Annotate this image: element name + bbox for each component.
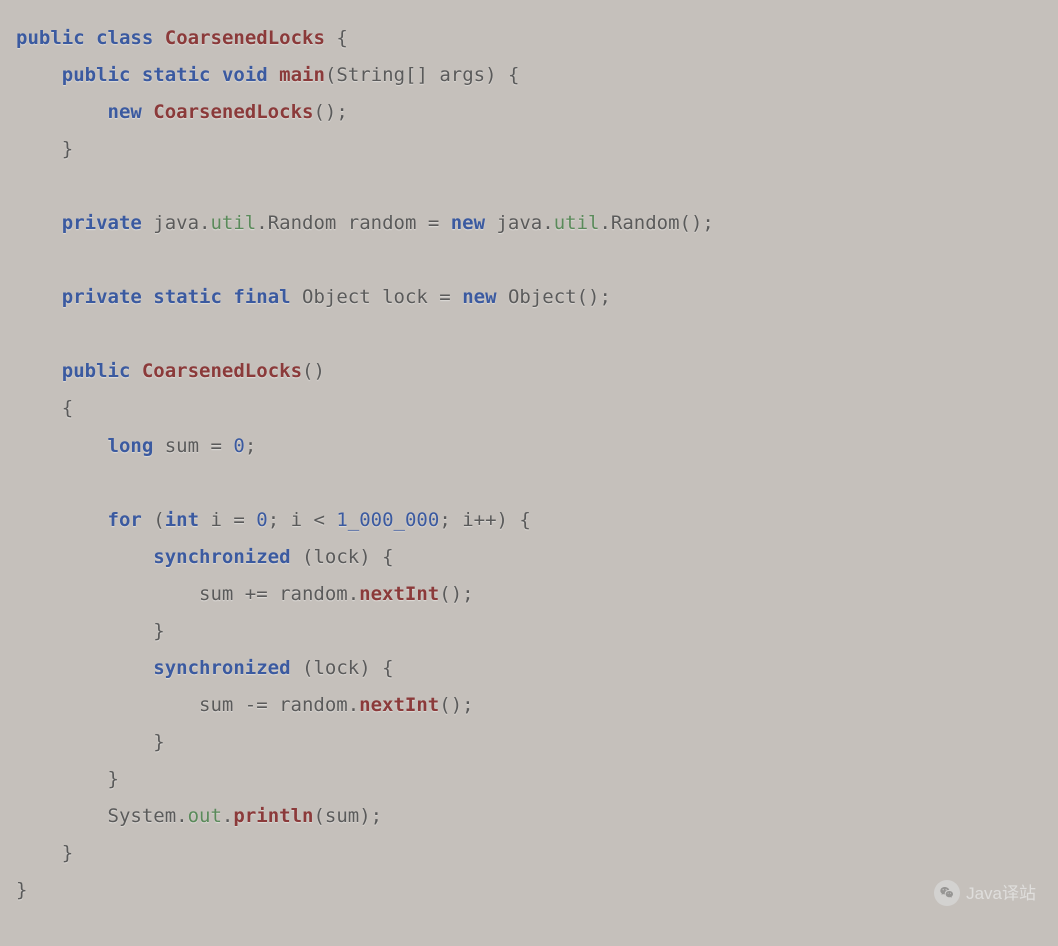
code-token: ; i++) {: [439, 509, 531, 531]
code-token: class: [96, 27, 153, 49]
watermark-label: Java译站: [966, 877, 1036, 910]
code-token: new: [108, 101, 142, 123]
code-token: 0: [256, 509, 267, 531]
code-token: ; i <: [268, 509, 337, 531]
code-token: [153, 27, 164, 49]
code-token: }: [16, 768, 119, 790]
code-token: [268, 64, 279, 86]
code-token: }: [16, 879, 27, 901]
code-token: new: [451, 212, 485, 234]
code-token: Object();: [497, 286, 611, 308]
code-token: {: [16, 397, 73, 419]
code-token: [222, 286, 233, 308]
code-token: public: [16, 27, 85, 49]
code-token: util: [554, 212, 600, 234]
code-token: java.: [485, 212, 554, 234]
code-token: sum += random.: [16, 583, 359, 605]
code-token: .: [222, 805, 233, 827]
code-token: public: [62, 360, 131, 382]
code-token: Object lock =: [291, 286, 463, 308]
code-token: java.: [142, 212, 211, 234]
code-token: new: [462, 286, 496, 308]
code-token: synchronized: [153, 657, 290, 679]
code-token: (lock) {: [291, 657, 394, 679]
code-token: println: [233, 805, 313, 827]
code-token: sum -= random.: [16, 694, 359, 716]
code-token: [16, 546, 153, 568]
code-token: [130, 360, 141, 382]
code-token: [85, 27, 96, 49]
code-token: main: [279, 64, 325, 86]
code-token: sum =: [153, 435, 233, 457]
code-token: CoarsenedLocks: [153, 101, 313, 123]
code-token: ();: [439, 583, 473, 605]
code-token: util: [210, 212, 256, 234]
code-token: ();: [439, 694, 473, 716]
code-token: ();: [313, 101, 347, 123]
code-token: final: [233, 286, 290, 308]
code-token: [16, 64, 62, 86]
code-token: (): [302, 360, 325, 382]
wechat-icon: [934, 880, 960, 906]
code-token: }: [16, 842, 73, 864]
code-token: CoarsenedLocks: [142, 360, 302, 382]
code-token: long: [108, 435, 154, 457]
code-token: [16, 360, 62, 382]
code-token: [16, 101, 108, 123]
code-token: static: [153, 286, 222, 308]
code-token: (lock) {: [291, 546, 394, 568]
code-token: .Random();: [599, 212, 713, 234]
code-token: }: [16, 138, 73, 160]
code-token: void: [222, 64, 268, 86]
code-token: i =: [199, 509, 256, 531]
code-token: out: [188, 805, 222, 827]
code-token: .Random random =: [256, 212, 450, 234]
code-token: ;: [245, 435, 256, 457]
code-token: CoarsenedLocks: [165, 27, 325, 49]
code-token: 0: [233, 435, 244, 457]
code-token: [130, 64, 141, 86]
code-token: (String[] args) {: [325, 64, 519, 86]
code-token: [142, 101, 153, 123]
code-token: }: [16, 620, 165, 642]
code-token: [16, 509, 108, 531]
code-token: [142, 286, 153, 308]
code-token: [16, 435, 108, 457]
code-token: private: [62, 212, 142, 234]
code-token: [211, 64, 222, 86]
code-token: synchronized: [153, 546, 290, 568]
code-token: [16, 286, 62, 308]
code-token: (: [142, 509, 165, 531]
code-token: for: [108, 509, 142, 531]
code-token: nextInt: [359, 583, 439, 605]
code-token: System.: [16, 805, 188, 827]
code-token: private: [62, 286, 142, 308]
code-token: }: [16, 731, 165, 753]
code-token: (sum);: [313, 805, 382, 827]
code-token: 1_000_000: [336, 509, 439, 531]
code-token: int: [165, 509, 199, 531]
code-token: static: [142, 64, 211, 86]
code-token: public: [62, 64, 131, 86]
code-block: public class CoarsenedLocks { public sta…: [16, 20, 1042, 909]
watermark: Java译站: [934, 877, 1036, 910]
code-token: [16, 657, 153, 679]
code-token: [16, 212, 62, 234]
code-token: {: [325, 27, 348, 49]
code-token: nextInt: [359, 694, 439, 716]
